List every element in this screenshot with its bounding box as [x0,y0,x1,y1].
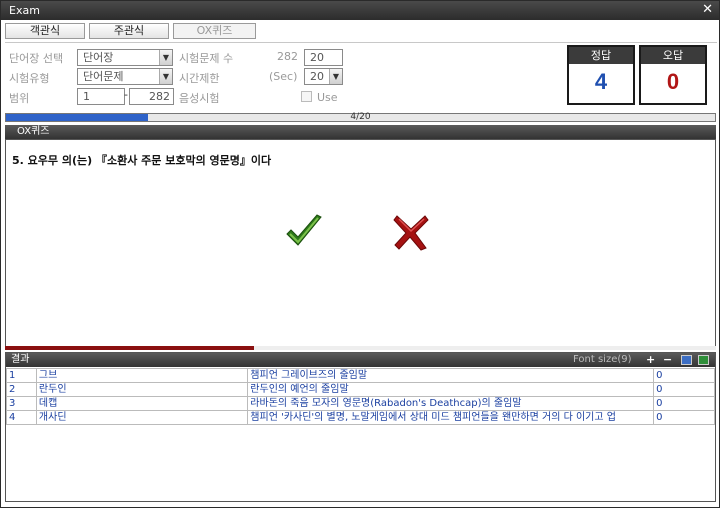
chevron-down-icon: ▼ [329,69,342,84]
wrong-score-box: 오답 0 [639,45,707,105]
chevron-down-icon: ▼ [159,69,172,84]
results-panel: 결과 Font size(9) + − 1 그브 챔피언 그레이브즈의 줄임말 … [5,352,716,502]
row-number: 1 [6,368,37,383]
tab-subjective[interactable]: 주관식 [89,23,169,39]
time-limit-value: 20 [310,70,324,83]
row-meaning: 라바돈의 죽음 모자의 영문명(Rabadon's Deathcap)의 줄임말 [247,396,655,411]
time-limit-label: 시간제한 [179,72,220,85]
checkmark-icon[interactable] [284,212,324,252]
question-count-label: 시험문제 수 [179,52,234,65]
font-size-decrease-button[interactable]: − [663,353,672,367]
question-text: 5. 요우무 의(는) 『소환사 주문 보호막의 영문명』이다 [12,154,272,167]
row-word: 란두인 [35,382,249,397]
use-label: Use [317,91,338,104]
question-count-total: 282 [277,50,298,63]
row-word: 개사딘 [35,410,249,425]
voice-test-label: 음성시험 [179,92,220,105]
time-limit-dropdown[interactable]: 20 ▼ [304,68,343,85]
title-bar[interactable]: Exam ✕ [1,1,719,20]
range-separator: - [124,88,128,101]
wrong-label: 오답 [641,47,705,64]
row-number: 4 [6,410,37,425]
chevron-down-icon: ▼ [159,50,172,65]
font-size-label: Font size(9) [573,354,632,365]
table-row[interactable]: 3 데캡 라바돈의 죽음 모자의 영문명(Rabadon's Deathcap)… [6,396,715,411]
word-select-label: 단어장 선택 [9,52,64,65]
row-meaning: 챔피언 그레이브즈의 줄임말 [247,368,655,383]
row-number: 3 [6,396,37,411]
time-limit-unit: (Sec) [269,70,298,83]
window-title: Exam [9,4,40,17]
voice-test-checkbox[interactable] [301,91,312,102]
row-meaning: 챔피언 '카사딘'의 별명, 노말게임에서 상대 미드 챔피언들을 왠만하면 거… [247,410,655,425]
row-score: 0 [653,396,715,411]
word-select-value: 단어장 [83,51,114,64]
row-number: 2 [6,382,37,397]
save-icon[interactable] [681,355,692,365]
progress-text: 4/20 [350,112,371,122]
range-to-input[interactable]: 282 [129,88,174,105]
exam-type-dropdown[interactable]: 단어문제 ▼ [77,68,173,85]
table-row[interactable]: 1 그브 챔피언 그레이브즈의 줄임말 0 [6,368,715,383]
exam-type-value: 단어문제 [83,70,124,83]
row-word: 데캡 [35,396,249,411]
range-from-input[interactable]: 1 [77,88,125,105]
table-row[interactable]: 4 개사딘 챔피언 '카사딘'의 별명, 노말게임에서 상대 미드 챔피언들을 … [6,410,715,425]
correct-count: 4 [594,69,608,94]
tab-ox-quiz[interactable]: OX퀴즈 [173,23,256,39]
close-icon[interactable]: ✕ [702,2,713,17]
results-header: 결과 Font size(9) + − [6,353,715,367]
row-score: 0 [653,382,715,397]
correct-label: 정답 [569,47,633,64]
results-title: 결과 [11,354,30,365]
answer-timer-bar [5,346,716,350]
row-word: 그브 [35,368,249,383]
row-score: 0 [653,368,715,383]
exam-type-label: 시험유형 [9,72,50,85]
question-count-input[interactable]: 20 [304,49,343,66]
word-select-dropdown[interactable]: 단어장 ▼ [77,49,173,66]
quiz-header: OX퀴즈 [5,125,716,139]
row-score: 0 [653,410,715,425]
exam-progress-bar: 4/20 [5,112,716,122]
font-size-increase-button[interactable]: + [646,353,655,367]
table-row[interactable]: 2 란두인 란두인의 예언의 줄임말 0 [6,382,715,397]
excel-export-icon[interactable] [698,355,709,365]
cross-icon[interactable] [391,212,431,252]
exam-window: Exam ✕ 객관식 주관식 OX퀴즈 단어장 선택 단어장 ▼ 시험유형 단어… [0,0,720,508]
quiz-panel: 5. 요우무 의(는) 『소환사 주문 보호막의 영문명』이다 [5,139,716,347]
wrong-count: 0 [666,69,680,94]
results-table: 1 그브 챔피언 그레이브즈의 줄임말 0 2 란두인 란두인의 예언의 줄임말… [6,368,715,425]
row-meaning: 란두인의 예언의 줄임말 [247,382,655,397]
tab-multiple-choice[interactable]: 객관식 [5,23,85,39]
timer-fill [5,346,254,350]
correct-score-box: 정답 4 [567,45,635,105]
range-label: 범위 [9,92,30,105]
